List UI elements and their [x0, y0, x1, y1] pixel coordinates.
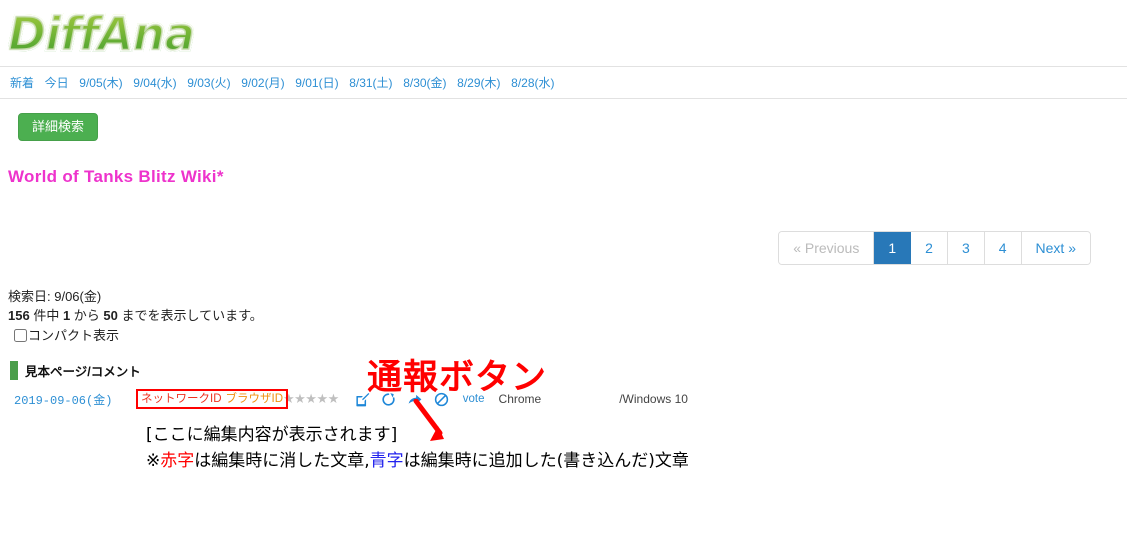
pagination-previous[interactable]: « Previous	[779, 232, 875, 264]
id-highlight-box: ネットワークID ブラウザID	[136, 389, 288, 409]
note-mid-text: は編集時に消した文章,	[194, 451, 370, 471]
nav-0830[interactable]: 8/30(金)	[403, 76, 446, 90]
result-suffix: までを表示しています。	[117, 308, 263, 323]
edit-content-note: [ここに編集内容が表示されます] ※赤字は編集時に消した文章,青字は編集時に追加…	[146, 422, 1127, 474]
nav-0828[interactable]: 8/28(水)	[511, 76, 554, 90]
star-rating[interactable]: ★★★★★	[283, 391, 339, 407]
pagination-next[interactable]: Next »	[1021, 232, 1090, 264]
note-line-1: [ここに編集内容が表示されます]	[146, 425, 398, 445]
result-to: 50	[103, 308, 118, 323]
section-title: 見本ページ/コメント	[25, 365, 141, 379]
search-info: 検索日: 9/06(金) 156 件中 1 から 50 までを表示しています。 …	[8, 287, 1127, 345]
browser-id-label[interactable]: ブラウザID	[226, 393, 284, 405]
compact-display-label: コンパクト表示	[28, 328, 120, 343]
annotation-arrow-icon	[410, 398, 454, 448]
pagination-page-4[interactable]: 4	[984, 232, 1022, 264]
result-middle: から	[70, 308, 104, 323]
site-logo[interactable]: DiffAna	[6, 6, 196, 63]
compact-display-checkbox[interactable]	[14, 329, 27, 342]
pagination-page-1[interactable]: 1	[874, 232, 912, 264]
network-id-label[interactable]: ネットワークID	[141, 393, 222, 405]
note-line-2: ※赤字は編集時に消した文章,青字は編集時に追加した(書き込んだ)文章	[146, 448, 1127, 474]
nav-0904[interactable]: 9/04(水)	[133, 76, 176, 90]
section-accent-bar	[10, 361, 18, 380]
pagination: « Previous 1 2 3 4 Next »	[778, 231, 1091, 265]
page-title: World of Tanks Blitz Wiki*	[8, 167, 224, 186]
result-prefix: 件中	[29, 308, 63, 323]
compact-display-row: コンパクト表示	[14, 326, 1127, 345]
entry-date: 2019-09-06(金)	[14, 393, 113, 408]
nav-0905[interactable]: 9/05(木)	[79, 76, 122, 90]
pagination-page-2[interactable]: 2	[911, 232, 948, 264]
advanced-search-button[interactable]: 詳細検索	[18, 113, 99, 141]
nav-0902[interactable]: 9/02(月)	[241, 76, 284, 90]
result-count-line: 156 件中 1 から 50 までを表示しています。	[8, 306, 1127, 325]
nav-today[interactable]: 今日	[45, 76, 69, 90]
site-logo-area: DiffAna	[0, 0, 1127, 66]
result-total: 156	[8, 308, 30, 323]
nav-new[interactable]: 新着	[10, 76, 34, 90]
nav-0831[interactable]: 8/31(土)	[349, 76, 392, 90]
nav-0829[interactable]: 8/29(木)	[457, 76, 500, 90]
pagination-page-3[interactable]: 3	[947, 232, 985, 264]
search-button-area: 詳細検索	[0, 99, 1127, 141]
entry-os: /Windows 10	[619, 392, 688, 406]
note-tail-text: は編集時に追加した(書き込んだ)文章	[403, 451, 689, 471]
note-prefix: ※	[146, 451, 161, 471]
nav-0901[interactable]: 9/01(日)	[295, 76, 338, 90]
pagination-row: « Previous 1 2 3 4 Next »	[0, 231, 1127, 265]
annotation-report-button-text: 通報ボタン	[367, 358, 548, 398]
note-blue-word: 青字	[369, 451, 404, 471]
entry-row: 2019-09-06(金) ネットワークID ブラウザID ★★★★★ vote…	[0, 388, 1127, 410]
search-date: 検索日: 9/06(金)	[8, 289, 102, 304]
nav-0903[interactable]: 9/03(火)	[187, 76, 230, 90]
section-header: 見本ページ/コメント	[10, 361, 1127, 380]
day-navigation: 新着 今日 9/05(木) 9/04(水) 9/03(火) 9/02(月) 9/…	[0, 67, 1127, 98]
note-red-word: 赤字	[160, 451, 195, 471]
